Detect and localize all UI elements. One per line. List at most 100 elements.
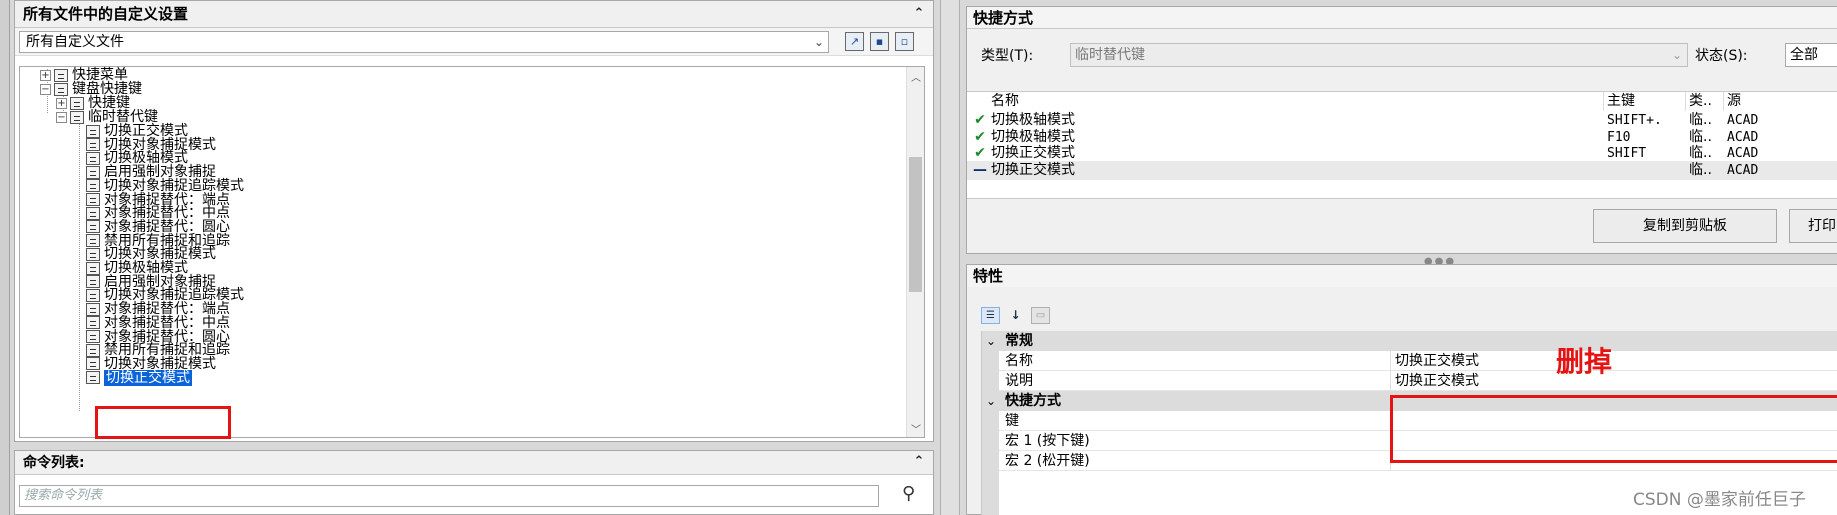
properties-panel: 特性 ☰ ↓ ▭ ⌄ 常规 名称 切换正交模式 说明 切换正交模式 ⌄ 快捷方式… — [966, 264, 1837, 515]
expand-plus-icon[interactable]: + — [56, 97, 67, 109]
save-as-icon[interactable]: ▫ — [895, 32, 914, 51]
row-gutter — [982, 471, 999, 515]
customization-tree[interactable]: + 快捷菜单 − 键盘快捷键 + 快捷键 − 临时替代键 切换正交模式 切换对象捕… — [19, 66, 925, 438]
shortcut-item-icon — [86, 261, 100, 275]
command-search-placeholder: 搜索命令列表 — [24, 488, 103, 503]
collapse-minus-icon[interactable]: − — [56, 111, 67, 123]
tree-item-temp-override[interactable]: 切换正交模式 — [86, 369, 192, 386]
alphabetical-sort-icon[interactable]: ↓ — [1006, 307, 1025, 324]
shortcut-item-icon — [86, 330, 100, 343]
collapse-minus-icon[interactable]: − — [40, 83, 51, 95]
shortcut-item-icon — [86, 343, 100, 357]
shortcut-item-icon — [86, 371, 100, 385]
scroll-thumb[interactable] — [909, 157, 922, 292]
property-value-description[interactable]: 切换正交模式 — [1390, 371, 1837, 391]
status-value: 全部 — [1790, 47, 1818, 63]
expand-plus-icon[interactable]: + — [40, 69, 51, 81]
shortcut-item-icon — [86, 302, 100, 316]
column-header-name[interactable]: 名称 — [991, 92, 1019, 111]
shortcut-item-icon — [86, 206, 100, 220]
category-general[interactable]: ⌄ 常规 — [982, 331, 1837, 351]
row-gutter — [982, 431, 999, 451]
customization-file-dropdown[interactable]: 所有自定义文件 ⌄ — [19, 31, 829, 53]
collapse-up-icon[interactable]: ⌃ — [911, 453, 927, 471]
property-pages-icon[interactable]: ▭ — [1031, 307, 1050, 324]
search-icon[interactable]: ⚲ — [902, 483, 915, 504]
window-edge — [0, 0, 10, 515]
file-select-row: 所有自定义文件 ⌄ ↗ ▪ ▫ — [15, 28, 933, 56]
shortcuts-title: 快捷方式 — [967, 7, 1837, 29]
shortcut-item-icon — [86, 220, 100, 234]
property-row-name[interactable]: 名称 切换正交模式 — [982, 351, 1837, 371]
column-divider[interactable] — [1603, 92, 1604, 111]
customization-file-value: 所有自定义文件 — [26, 34, 124, 50]
customizations-panel: 所有文件中的自定义设置 ⌃ 所有自定义文件 ⌄ ↗ ▪ ▫ + 快捷菜单 − 键… — [14, 0, 934, 442]
command-list-panel: 命令列表: ⌃ 搜索命令列表 ⚲ — [14, 450, 934, 515]
column-divider[interactable] — [1685, 92, 1686, 111]
tree-guide — [79, 111, 80, 411]
collapse-up-icon[interactable]: ⌃ — [911, 5, 927, 23]
scroll-up-icon[interactable]: ︿ — [907, 69, 924, 84]
property-name: 宏 2 (松开键) — [1005, 453, 1090, 469]
cell-source: ACAD — [1727, 162, 1759, 178]
copy-to-clipboard-button[interactable]: 复制到剪贴板 — [1593, 209, 1777, 243]
table-row[interactable]: — 切换正交模式 临.. ACAD — [967, 160, 1837, 180]
shortcut-item-icon — [86, 357, 100, 371]
row-gutter — [982, 451, 999, 471]
shortcut-item-icon — [86, 247, 100, 261]
categorized-view-icon[interactable]: ☰ — [981, 307, 1000, 324]
tree-scrollbar[interactable]: ︿ ﹀ — [906, 67, 924, 437]
shortcut-item-icon — [86, 288, 100, 302]
delete-annotation: 删掉 — [1556, 345, 1613, 378]
shortcut-item-icon — [86, 275, 100, 289]
shortcut-item-icon — [86, 234, 100, 248]
menu-icon — [54, 68, 68, 82]
status-dropdown[interactable]: 全部 — [1785, 43, 1837, 67]
highlight-box — [95, 406, 231, 439]
column-divider[interactable] — [1723, 92, 1724, 111]
keyboard-icon — [54, 82, 68, 96]
column-header-source[interactable]: 源 — [1727, 92, 1741, 111]
category-label: 常规 — [1005, 333, 1033, 349]
shortcut-item-icon — [86, 179, 100, 193]
property-name: 说明 — [1005, 373, 1033, 389]
properties-toolbar: ☰ ↓ ▭ — [981, 307, 1050, 324]
type-value: 临时替代键 — [1075, 47, 1145, 63]
tree-item-label: 切换正交模式 — [104, 369, 192, 386]
category-label: 快捷方式 — [1005, 393, 1061, 409]
key-icon — [70, 110, 84, 124]
type-dropdown[interactable]: 临时替代键 ⌄ — [1070, 43, 1688, 67]
shortcut-item-icon — [86, 193, 100, 206]
chevron-down-icon: ⌄ — [813, 35, 824, 49]
column-header-key[interactable]: 主键 — [1607, 92, 1635, 111]
shortcuts-panel: 快捷方式 类型(T): 临时替代键 ⌄ 状态(S): 全部 名称 主键 类.. … — [966, 6, 1837, 254]
property-name: 键 — [1005, 413, 1019, 429]
dash-icon: — — [973, 161, 987, 178]
chevron-down-icon: ⌄ — [1671, 48, 1682, 62]
shortcut-item-icon — [86, 151, 100, 165]
cell-name: 切换正交模式 — [991, 161, 1075, 178]
type-label: 类型(T): — [981, 48, 1034, 64]
highlight-box — [1390, 395, 1837, 463]
save-icon[interactable]: ▪ — [870, 32, 889, 51]
shortcut-item-icon — [86, 124, 100, 138]
command-list-title: 命令列表: — [23, 455, 85, 471]
column-header-type[interactable]: 类.. — [1689, 92, 1712, 111]
print-button[interactable]: 打印 — [1789, 209, 1837, 243]
customizations-header: 所有文件中的自定义设置 ⌃ — [15, 1, 933, 28]
command-search-input[interactable]: 搜索命令列表 — [19, 485, 879, 507]
chevron-down-icon[interactable]: ⌄ — [986, 391, 996, 411]
watermark: CSDN @墨家前任巨子 — [1633, 490, 1806, 510]
chevron-down-icon[interactable]: ⌄ — [986, 331, 996, 351]
file-toolbar: ↗ ▪ ▫ — [845, 32, 914, 51]
key-icon — [70, 96, 84, 110]
property-row-description[interactable]: 说明 切换正交模式 — [982, 371, 1837, 391]
property-value-name[interactable]: 切换正交模式 — [1390, 351, 1837, 371]
scroll-down-icon[interactable]: ﹀ — [907, 421, 924, 436]
panel-splitter[interactable] — [940, 0, 960, 515]
shortcut-item-icon — [86, 316, 100, 330]
row-gutter — [982, 411, 999, 431]
open-file-icon[interactable]: ↗ — [845, 32, 864, 51]
row-gutter — [982, 371, 999, 391]
property-name: 名称 — [1005, 353, 1033, 369]
